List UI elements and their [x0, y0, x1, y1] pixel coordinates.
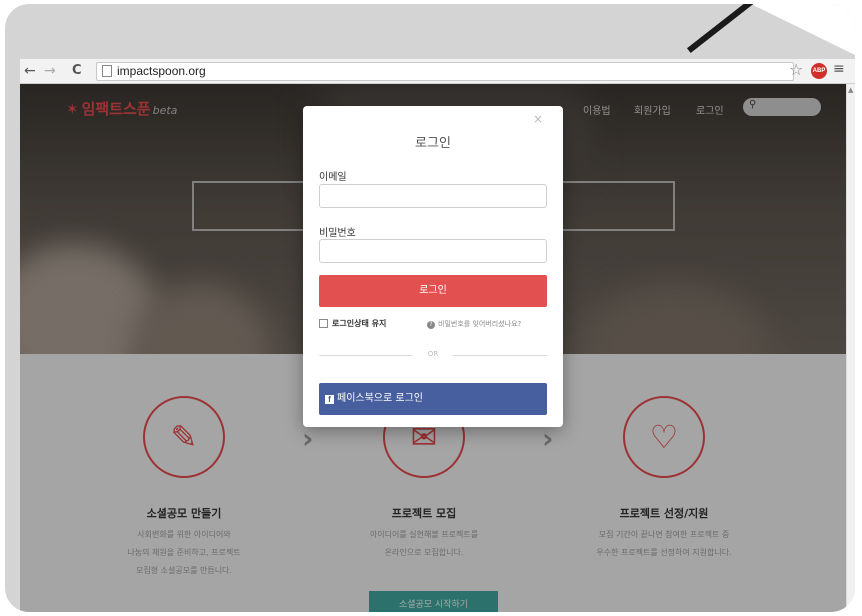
login-button[interactable]: 로그인 — [319, 275, 547, 307]
facebook-login-label: 페이스북으로 로그인 — [337, 393, 423, 404]
browser-toolbar: ← → C impactspoon.org ☆ ABP ≡ — [20, 59, 855, 84]
bookmark-star-icon[interactable]: ☆ — [789, 60, 803, 79]
divider — [319, 355, 413, 356]
frame-slash — [686, 4, 754, 53]
address-url: impactspoon.org — [117, 64, 206, 78]
modal-title: 로그인 — [415, 136, 451, 151]
browser-window: ← → C impactspoon.org ☆ ABP ≡ ✶ 임팩트스푼 beta… — [20, 59, 855, 612]
back-icon[interactable]: ← — [24, 62, 36, 80]
email-field[interactable] — [319, 184, 547, 208]
frame-corner — [747, 4, 855, 56]
forgot-password-label: 비밀번호를 잊어버리셨나요? — [438, 320, 522, 328]
password-label: 비밀번호 — [319, 228, 356, 239]
browser-menu-icon[interactable]: ≡ — [833, 61, 845, 77]
reload-icon[interactable]: C — [72, 62, 82, 80]
forward-icon[interactable]: → — [44, 62, 56, 80]
page-icon — [102, 65, 112, 77]
checkbox-box[interactable] — [319, 319, 328, 328]
facebook-icon: f — [325, 395, 334, 404]
close-icon[interactable]: × — [533, 112, 543, 126]
email-label: 이메일 — [319, 172, 347, 183]
forgot-password-link[interactable]: ? 비밀번호를 잊어버리셨나요? — [427, 319, 521, 329]
question-icon: ? — [427, 321, 435, 329]
page-scrollbar[interactable]: ▲ — [846, 84, 855, 612]
facebook-login-button[interactable]: f 페이스북으로 로그인 — [319, 383, 547, 415]
address-bar[interactable]: impactspoon.org — [96, 62, 794, 81]
page-viewport: ✶임팩트스푼beta 이용법 회원가입 로그인 ⚲ IMP OON 임팩트스푼에… — [20, 84, 846, 612]
password-field[interactable] — [319, 239, 547, 263]
or-divider-text: OR — [427, 350, 439, 358]
divider — [453, 355, 547, 356]
screenshot-frame: ← → C impactspoon.org ☆ ABP ≡ ✶ 임팩트스푼 beta… — [5, 4, 855, 612]
scroll-up-arrow-icon[interactable]: ▲ — [848, 86, 853, 94]
remember-me-label: 로그인상태 유지 — [332, 319, 387, 328]
adblock-icon[interactable]: ABP — [811, 63, 827, 79]
login-modal: × 로그인 이메일 비밀번호 로그인 로그인상태 유지 ? 비밀번호를 잊어버리셨… — [303, 106, 563, 427]
remember-me-checkbox[interactable]: 로그인상태 유지 — [319, 318, 386, 329]
